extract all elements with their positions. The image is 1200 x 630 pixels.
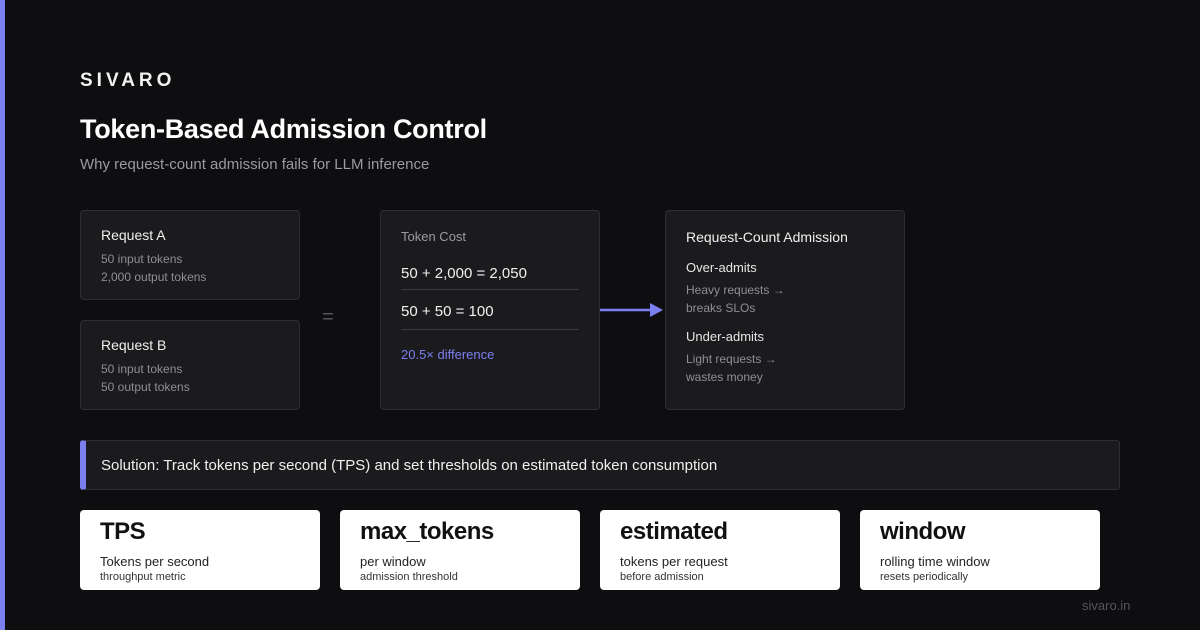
- request-a-title: Request A: [101, 227, 166, 243]
- token-cost-card: Token Cost 50 + 2,000 = 2,050 50 + 50 = …: [380, 210, 600, 410]
- over-admits-line2: breaks SLOs: [686, 301, 756, 315]
- request-b-title: Request B: [101, 337, 167, 353]
- request-a-output: 2,000 output tokens: [101, 270, 207, 284]
- solution-banner: Solution: Track tokens per second (TPS) …: [80, 440, 1120, 490]
- brand-logo: SIVARO: [80, 70, 176, 91]
- page-title: Token-Based Admission Control: [80, 114, 487, 144]
- token-cost-row-b: 50 + 50 = 100: [401, 290, 579, 330]
- metric-desc: Tokens per second: [100, 554, 210, 569]
- left-accent-bar: [0, 0, 5, 630]
- equals-symbol: =: [322, 306, 334, 328]
- request-b-card: Request B 50 input tokens 50 output toke…: [80, 320, 300, 410]
- metric-desc: tokens per request: [620, 554, 728, 569]
- request-count-title: Request-Count Admission: [686, 229, 848, 245]
- metric-sub: before admission: [620, 571, 704, 583]
- metric-name: estimated: [620, 518, 728, 545]
- metric-name: max_tokens: [360, 518, 494, 545]
- under-admits-group: Under-admits Light requests → wastes mon…: [686, 329, 884, 386]
- metric-name: TPS: [100, 518, 146, 545]
- token-cost-label: Token Cost: [401, 229, 467, 244]
- metric-card-estimated: estimated tokens per request before admi…: [600, 510, 840, 590]
- metric-name: window: [880, 518, 965, 545]
- page-subtitle: Why request-count admission fails for LL…: [80, 156, 430, 173]
- footer-url: sivaro.in: [1082, 598, 1131, 613]
- metric-desc: rolling time window: [880, 554, 990, 569]
- request-a-card: Request A 50 input tokens 2,000 output t…: [80, 210, 300, 300]
- under-admits-line2: wastes money: [686, 370, 763, 384]
- over-admits-group: Over-admits Heavy requests → breaks SLOs: [686, 260, 884, 317]
- under-admits-line1: Light requests →: [686, 352, 777, 366]
- arrow-right-icon: [600, 303, 663, 317]
- metric-sub: admission threshold: [360, 571, 458, 583]
- request-b-input: 50 input tokens: [101, 362, 183, 376]
- request-count-card: Request-Count Admission Over-admits Heav…: [665, 210, 905, 410]
- metric-desc: per window: [360, 554, 426, 569]
- over-admits-line1: Heavy requests →: [686, 283, 785, 297]
- under-admits-heading: Under-admits: [686, 329, 765, 344]
- request-a-input: 50 input tokens: [101, 252, 183, 266]
- metric-card-window: window rolling time window resets period…: [860, 510, 1100, 590]
- token-cost-row-a: 50 + 2,000 = 2,050: [401, 264, 579, 290]
- metric-card-max-tokens: max_tokens per window admission threshol…: [340, 510, 580, 590]
- token-cost-difference: 20.5× difference: [401, 347, 495, 362]
- metric-sub: resets periodically: [880, 571, 969, 583]
- metric-sub: throughput metric: [100, 571, 186, 583]
- request-b-output: 50 output tokens: [101, 380, 190, 394]
- metric-card-tps: TPS Tokens per second throughput metric: [80, 510, 320, 590]
- solution-text: Solution: Track tokens per second (TPS) …: [101, 456, 718, 474]
- over-admits-heading: Over-admits: [686, 260, 757, 275]
